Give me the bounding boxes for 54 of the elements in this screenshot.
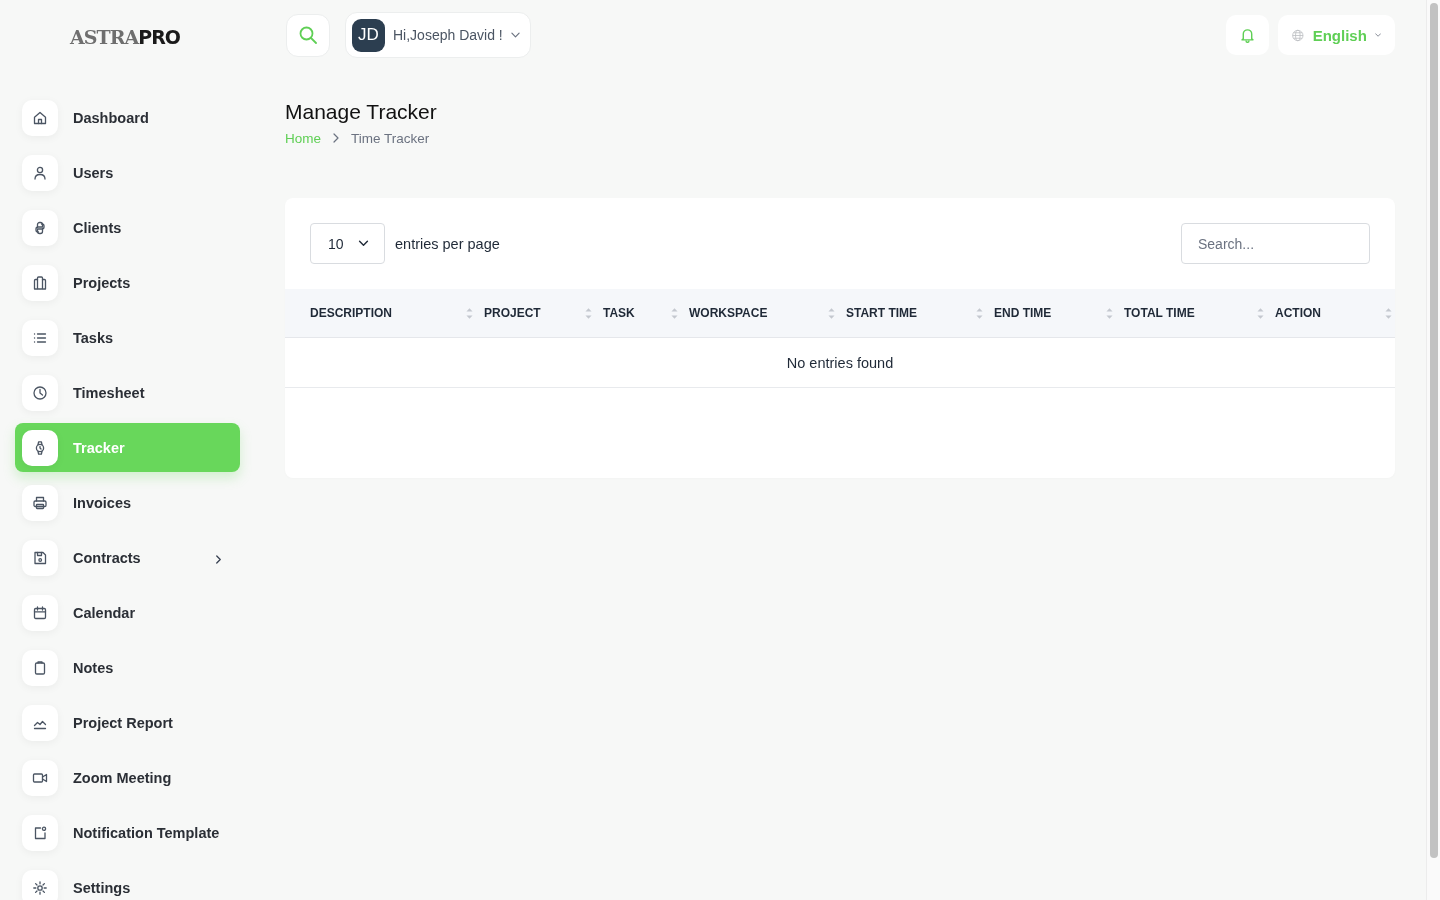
video-camera-icon — [22, 759, 58, 796]
calendar-icon — [22, 594, 58, 631]
sidebar-item[interactable]: Calendar — [15, 588, 240, 637]
scrollbar-thumb[interactable] — [1430, 3, 1438, 858]
home-icon — [22, 99, 58, 136]
sidebar-item[interactable]: Notification Template — [15, 808, 240, 857]
chevron-right-icon — [333, 133, 339, 143]
column-header[interactable]: TOTAL TIME — [1116, 289, 1267, 337]
sidebar-item[interactable]: Tasks — [15, 313, 240, 362]
columns-icon — [22, 264, 58, 301]
notification-button[interactable] — [1226, 15, 1269, 55]
clock-icon — [22, 374, 58, 411]
watch-icon — [22, 429, 58, 466]
clipboard-icon — [22, 649, 58, 686]
avatar: JD — [352, 18, 385, 52]
interlock-icon — [22, 209, 58, 246]
entries-label: entries per page — [395, 235, 500, 252]
sidebar-item[interactable]: Dashboard — [15, 93, 240, 142]
breadcrumb-current: Time Tracker — [351, 130, 430, 146]
sidebar-item[interactable]: Zoom Meeting — [15, 753, 240, 802]
sidebar-item[interactable]: Timesheet — [15, 368, 240, 417]
line-chart-icon — [22, 704, 58, 741]
column-header[interactable]: START TIME — [838, 289, 986, 337]
empty-message: No entries found — [786, 354, 894, 371]
user-icon — [22, 154, 58, 191]
column-header[interactable]: DESCRIPTION — [285, 289, 476, 337]
sidebar-item[interactable]: Notes — [15, 643, 240, 692]
sidebar-item[interactable]: Users — [15, 148, 240, 197]
sidebar-item[interactable]: Projects — [15, 258, 240, 307]
page-title: Manage Tracker — [285, 99, 437, 125]
sidebar-item[interactable]: Invoices — [15, 478, 240, 527]
sidebar-item[interactable]: Contracts — [15, 533, 240, 582]
column-header[interactable]: PROJECT — [476, 289, 595, 337]
search-field[interactable]: Search... — [1181, 223, 1370, 264]
chevron-down-icon — [510, 32, 520, 38]
list-icon — [22, 319, 58, 356]
chevron-down-icon — [1374, 32, 1381, 38]
logo: ASTRAPRO — [70, 25, 180, 49]
bell-icon — [1240, 27, 1255, 43]
page-size-select[interactable]: 10 — [310, 223, 385, 264]
notification-icon — [22, 814, 58, 851]
search-button[interactable] — [286, 13, 330, 57]
sidebar-item[interactable]: Settings — [15, 863, 240, 900]
chevron-down-icon — [358, 240, 369, 247]
settings-icon — [22, 869, 58, 900]
user-menu[interactable]: JD Hi,Joseph David ! — [345, 12, 531, 58]
printer-icon — [22, 484, 58, 521]
column-header[interactable]: TASK — [595, 289, 681, 337]
sidebar-item[interactable]: Clients — [15, 203, 240, 252]
sidebar-item[interactable]: Project Report — [15, 698, 240, 747]
column-header[interactable]: END TIME — [986, 289, 1116, 337]
column-header[interactable]: WORKSPACE — [681, 289, 838, 337]
search-icon — [299, 26, 317, 44]
column-header[interactable]: ACTION — [1267, 289, 1395, 337]
